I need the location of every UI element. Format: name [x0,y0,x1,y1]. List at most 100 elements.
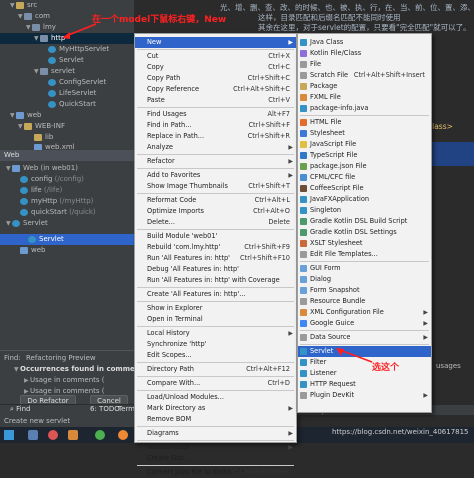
context-menu-item-analyze[interactable]: Analyze ▶ [135,142,296,153]
new-submenu-item-form-snapshot[interactable]: Form Snapshot [298,285,431,296]
app-icon-4[interactable] [95,430,105,440]
context-menu-item-copy-path[interactable]: Copy Path Ctrl+Shift+C [135,73,296,84]
context-menu-item-delete[interactable]: Delete... Delete [135,217,296,228]
context-menu-item-reformat-code[interactable]: Reformat Code Ctrl+Alt+L [135,195,296,206]
new-submenu-item-http-request[interactable]: HTTP Request [298,379,431,390]
new-submenu-item-gradle-kotlin-dsl-settings[interactable]: Gradle Kotlin DSL Settings [298,227,431,238]
context-menu-item-open-in-terminal[interactable]: Open in Terminal [135,314,296,325]
context-menu-item-convert-java-file-to-kotlin-file[interactable]: Convert Java File to Kotlin File Ctrl+Alt… [135,467,296,478]
new-submenu-item-package-json-file[interactable]: package.json File [298,161,431,172]
tree-item-webinf[interactable]: ▼ WEB-INF [18,121,65,132]
app-icon-5[interactable] [118,430,128,440]
new-submenu-item-plugin-devkit[interactable]: Plugin DevKit ▶ [298,390,431,401]
new-submenu-item-google-guice[interactable]: Google Guice ▶ [298,318,431,329]
context-menu-item-create-gist[interactable]: Create Gist... [135,453,296,464]
web-item-config[interactable]: config (/config) [20,174,84,185]
context-menu-item-create-all-features-in-http[interactable]: Create 'All Features in: http'... [135,289,296,300]
package-icon [300,83,307,90]
new-submenu-item-data-source[interactable]: Data Source ▶ [298,332,431,343]
context-menu-item-paste[interactable]: Paste Ctrl+V [135,95,296,106]
tree-item-lifeservlet[interactable]: LifeServlet [48,88,96,99]
app-icon-2[interactable] [48,430,58,440]
new-submenu-item-package-info-java[interactable]: package-info.java [298,103,431,114]
tree-item-lmy[interactable]: ▼ lmy [26,22,56,33]
occurrences-header[interactable]: ▼Occurrences found in comment [14,364,143,375]
new-submenu-item-coffeescript-file[interactable]: CoffeeScript File [298,183,431,194]
app-icon-3[interactable] [68,430,78,440]
context-menu-item-run-all-features-in-http[interactable]: Run 'All Features in: http' Ctrl+Shift+F1… [135,253,296,264]
web-selected-row [0,234,134,245]
new-submenu-item-html-file[interactable]: HTML File [298,117,431,128]
tree-item-web[interactable]: ▼ web [10,110,41,121]
web-item-quickstart[interactable]: quickStart (/quick) [20,207,96,218]
context-menu-item-refactor[interactable]: Refactor ▶ [135,156,296,167]
find-tool-tab[interactable]: ⌕ Find [10,404,31,415]
tree-item-com[interactable]: ▼ com [18,11,50,22]
web-item-root[interactable]: ▼ Web (in web01) [6,163,78,174]
todo-tool-tab[interactable]: 6: TODO [90,404,120,415]
new-submenu-item-javascript-file[interactable]: JavaScript File [298,139,431,150]
tree-item-servlet-pkg[interactable]: ▼ servlet [34,66,75,77]
context-menu-item-optimize-imports[interactable]: Optimize Imports Ctrl+Alt+O [135,206,296,217]
context-menu-item-run-all-features-in-http-with-coverage[interactable]: Run 'All Features in: http' with Coverag… [135,275,296,286]
context-menu-item-load-unload-modules[interactable]: Load/Unload Modules... [135,392,296,403]
javascript-file-icon [300,141,307,148]
new-submenu-item-javafxapplication[interactable]: JavaFXApplication [298,194,431,205]
app-icon-1[interactable] [28,430,38,440]
context-menu-item-mark-directory-as[interactable]: Mark Directory as ▶ [135,403,296,414]
context-menu-item-cut[interactable]: Cut Ctrl+X [135,51,296,62]
usage-in-comments-1[interactable]: ▶Usage in comments ( [24,375,105,386]
new-submenu-item-package[interactable]: Package [298,81,431,92]
context-menu-item-copy-reference[interactable]: Copy Reference Ctrl+Alt+Shift+C [135,84,296,95]
new-submenu-item-stylesheet[interactable]: Stylesheet [298,128,431,139]
context-menu-item-synchronize-http[interactable]: Synchronize 'http' [135,339,296,350]
context-menu-item-new[interactable]: New ▶ [135,37,296,48]
submenu-arrow-icon: ▶ [288,158,293,165]
new-submenu-item-edit-file-templates[interactable]: Edit File Templates... [298,249,431,260]
context-menu-item-webservices[interactable]: WebServices ▶ [135,442,296,453]
context-menu-item-find-usages[interactable]: Find Usages Alt+F7 [135,109,296,120]
context-menu-item-replace-in-path[interactable]: Replace in Path... Ctrl+Shift+R [135,131,296,142]
new-submenu-item-xslt-stylesheet[interactable]: XSLT Stylesheet [298,238,431,249]
context-menu-item-diagrams[interactable]: Diagrams ▶ [135,428,296,439]
context-menu-item-show-image-thumbnails[interactable]: Show Image Thumbnails Ctrl+Shift+T [135,181,296,192]
context-menu-item-build-module-web01[interactable]: Build Module 'web01' [135,231,296,242]
new-submenu-item-cfml-cfc-file[interactable]: CFML/CFC file [298,172,431,183]
start-icon[interactable] [4,430,14,440]
web-item-myhttp[interactable]: myHttp (/myHttp) [20,196,93,207]
new-submenu-item-gradle-kotlin-dsl-build-script[interactable]: Gradle Kotlin DSL Build Script [298,216,431,227]
web-item-web[interactable]: web [20,245,45,256]
web-item-servlet[interactable]: Servlet [28,234,64,245]
context-menu-item-directory-path[interactable]: Directory Path Ctrl+Alt+F12 [135,364,296,375]
web-item-servlet-group[interactable]: ▼ Servlet [6,218,48,229]
context-menu-item-debug-all-features-in-http[interactable]: Debug 'All Features in: http' [135,264,296,275]
context-menu-item-edit-scopes[interactable]: Edit Scopes... [135,350,296,361]
tree-item-servlet-class[interactable]: Servlet [48,55,84,66]
new-submenu-item-singleton[interactable]: Singleton [298,205,431,216]
new-submenu-item-dialog[interactable]: Dialog [298,274,431,285]
tree-item-src[interactable]: ▼ src [10,0,37,11]
new-submenu-item-typescript-file[interactable]: TypeScript File [298,150,431,161]
find-tab-refactoring-preview[interactable]: Refactoring Preview [26,353,96,364]
new-submenu-item-kotlin-file-class[interactable]: Kotlin File/Class [298,48,431,59]
context-menu-item-show-in-explorer[interactable]: Show in Explorer [135,303,296,314]
tree-item-quickstart[interactable]: QuickStart [48,99,96,110]
new-submenu-item-java-class[interactable]: Java Class [298,37,431,48]
context-menu-item-local-history[interactable]: Local History ▶ [135,328,296,339]
context-menu-item-compare-with[interactable]: Compare With... Ctrl+D [135,378,296,389]
context-menu-item-rebuild-com-lmy-http[interactable]: Rebuild 'com.lmy.http' Ctrl+Shift+F9 [135,242,296,253]
context-menu-item-add-to-favorites[interactable]: Add to Favorites ▶ [135,170,296,181]
new-submenu-item-scratch-file[interactable]: Scratch File Ctrl+Alt+Shift+Insert [298,70,431,81]
new-submenu-item-xml-configuration-file[interactable]: XML Configuration File ▶ [298,307,431,318]
context-menu-item-find-in-path[interactable]: Find in Path... Ctrl+Shift+F [135,120,296,131]
new-submenu-item-gui-form[interactable]: GUI Form [298,263,431,274]
context-menu-item-copy[interactable]: Copy Ctrl+C [135,62,296,73]
new-submenu-item-resource-bundle[interactable]: Resource Bundle [298,296,431,307]
new-submenu-item-file[interactable]: File [298,59,431,70]
web-item-life[interactable]: life (/life) [20,185,62,196]
tree-item-configservlet[interactable]: ConfigServlet [48,77,106,88]
context-menu-item-remove-bom[interactable]: Remove BOM [135,414,296,425]
new-submenu-item-listener[interactable]: Listener [298,368,431,379]
tree-item-myhttpservlet[interactable]: MyHttpServlet [48,44,109,55]
new-submenu-item-fxml-file[interactable]: FXML File [298,92,431,103]
